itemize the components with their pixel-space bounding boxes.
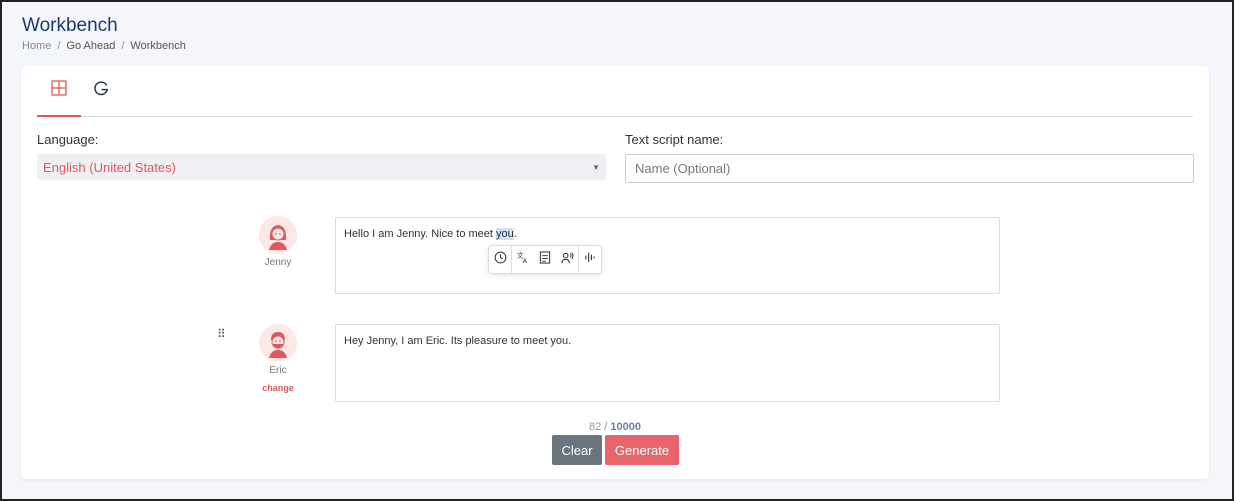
waveform-icon	[584, 251, 597, 269]
speaker-name: Jenny	[264, 257, 292, 268]
pause-tool[interactable]	[489, 246, 511, 273]
tab-bar	[37, 66, 1193, 117]
clear-button[interactable]: Clear	[552, 435, 602, 465]
language-select[interactable]: English (United States) ▼	[37, 154, 606, 180]
breadcrumb-separator: /	[121, 40, 125, 52]
translate-tool[interactable]: 文A	[512, 246, 534, 273]
drag-handle-icon[interactable]: ⠿	[217, 327, 226, 341]
generate-button[interactable]: Generate	[605, 435, 679, 465]
character-counter: 82 / 10000	[21, 421, 1209, 433]
breadcrumb: Home / Go Ahead / Workbench	[22, 40, 186, 52]
selected-text: you	[496, 228, 514, 240]
page-title: Workbench	[22, 15, 118, 36]
breadcrumb-go-ahead[interactable]: Go Ahead	[66, 40, 115, 52]
dialogue-text: Hey Jenny, I am Eric. Its pleasure to me…	[344, 335, 572, 347]
dialogue-textbox-1[interactable]: Hello I am Jenny. Nice to meet you.	[335, 217, 1000, 294]
clock-icon	[494, 251, 507, 269]
language-label: Language:	[37, 132, 99, 147]
speaker-eric[interactable]: Eric change	[248, 324, 308, 393]
dialogue-textbox-2[interactable]: Hey Jenny, I am Eric. Its pleasure to me…	[335, 324, 1000, 402]
document-icon	[539, 250, 551, 269]
dialogue-text-end: .	[513, 228, 517, 240]
avatar-eric	[259, 324, 297, 362]
document-tool[interactable]	[534, 246, 556, 273]
tab-google[interactable]	[79, 66, 123, 116]
avatar-jenny	[259, 216, 297, 254]
caret-down-icon: ▼	[592, 162, 600, 172]
waveform-tool[interactable]	[579, 246, 601, 273]
speaker-jenny[interactable]: Jenny	[248, 216, 308, 268]
text-tool-popup: 文A	[488, 245, 602, 274]
counter-used: 82	[588, 421, 602, 433]
counter-max: 10000	[610, 421, 641, 433]
breadcrumb-separator: /	[57, 40, 61, 52]
breadcrumb-home[interactable]: Home	[22, 40, 51, 52]
tab-grid[interactable]	[37, 66, 81, 117]
workbench-card: Language: English (United States) ▼ Text…	[21, 66, 1209, 479]
dialogue-text: Hello I am Jenny. Nice to meet	[344, 228, 497, 240]
script-name-label: Text script name:	[625, 132, 724, 147]
language-select-value: English (United States)	[43, 159, 176, 175]
translate-icon: 文A	[517, 250, 530, 269]
speaker-name: Eric	[269, 365, 287, 376]
woman-avatar-icon	[269, 225, 287, 250]
voice-tool[interactable]	[556, 246, 578, 273]
google-g-icon	[93, 80, 109, 102]
breadcrumb-current: Workbench	[130, 40, 186, 52]
script-name-input[interactable]	[625, 154, 1194, 183]
grid-icon	[51, 80, 67, 101]
svg-text:A: A	[522, 257, 527, 264]
man-avatar-icon	[269, 332, 287, 358]
voice-icon	[560, 251, 574, 269]
change-speaker-link[interactable]: change	[248, 383, 308, 393]
